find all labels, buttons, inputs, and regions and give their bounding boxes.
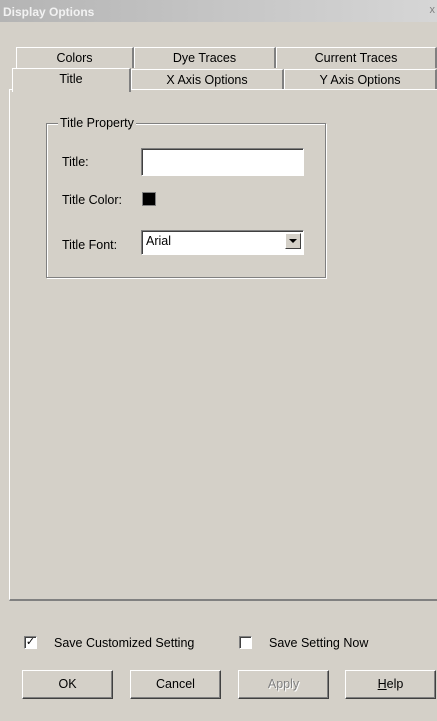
help-button[interactable]: Help <box>345 670 436 699</box>
window-titlebar: Display Options x <box>0 0 437 22</box>
tab-title[interactable]: Title <box>12 68 131 92</box>
title-color-label: Title Color: <box>62 193 122 207</box>
tab-y-axis-options-label: Y Axis Options <box>319 73 401 87</box>
tab-colors-label: Colors <box>56 51 93 65</box>
tab-dye-traces-label: Dye Traces <box>172 51 237 65</box>
cancel-button-label: Cancel <box>156 677 195 691</box>
apply-button-label: Apply <box>267 677 300 691</box>
checkmark-icon: ✓ <box>25 636 36 648</box>
tab-colors[interactable]: Colors <box>16 47 134 68</box>
chevron-down-icon[interactable] <box>285 233 301 249</box>
title-font-select[interactable]: Arial <box>141 230 304 255</box>
title-input[interactable] <box>141 148 304 176</box>
tab-y-axis-options[interactable]: Y Axis Options <box>284 69 437 90</box>
tab-title-label: Title <box>59 72 83 86</box>
tab-x-axis-options[interactable]: X Axis Options <box>131 69 284 90</box>
tab-current-traces-label: Current Traces <box>314 51 398 65</box>
tab-current-traces[interactable]: Current Traces <box>276 47 437 68</box>
tab-x-axis-options-label: X Axis Options <box>166 73 248 87</box>
ok-button[interactable]: OK <box>22 670 113 699</box>
save-customized-label: Save Customized Setting <box>54 636 195 650</box>
title-font-label: Title Font: <box>62 238 118 252</box>
help-button-mnemonic: H <box>377 677 387 691</box>
save-now-label: Save Setting Now <box>269 636 369 650</box>
close-icon[interactable]: x <box>430 4 436 16</box>
help-button-label: elp <box>386 677 404 691</box>
title-font-value: Arial <box>146 234 172 248</box>
title-color-swatch[interactable] <box>142 192 156 206</box>
title-label: Title: <box>62 155 89 169</box>
cancel-button[interactable]: Cancel <box>130 670 221 699</box>
title-property-group-label: Title Property <box>58 116 136 130</box>
save-now-checkbox[interactable] <box>239 636 252 649</box>
tab-dye-traces[interactable]: Dye Traces <box>134 47 276 68</box>
save-customized-checkbox[interactable]: ✓ <box>24 636 37 649</box>
apply-button[interactable]: Apply <box>238 670 329 699</box>
ok-button-label: OK <box>58 677 77 691</box>
window-title: Display Options <box>3 5 95 19</box>
